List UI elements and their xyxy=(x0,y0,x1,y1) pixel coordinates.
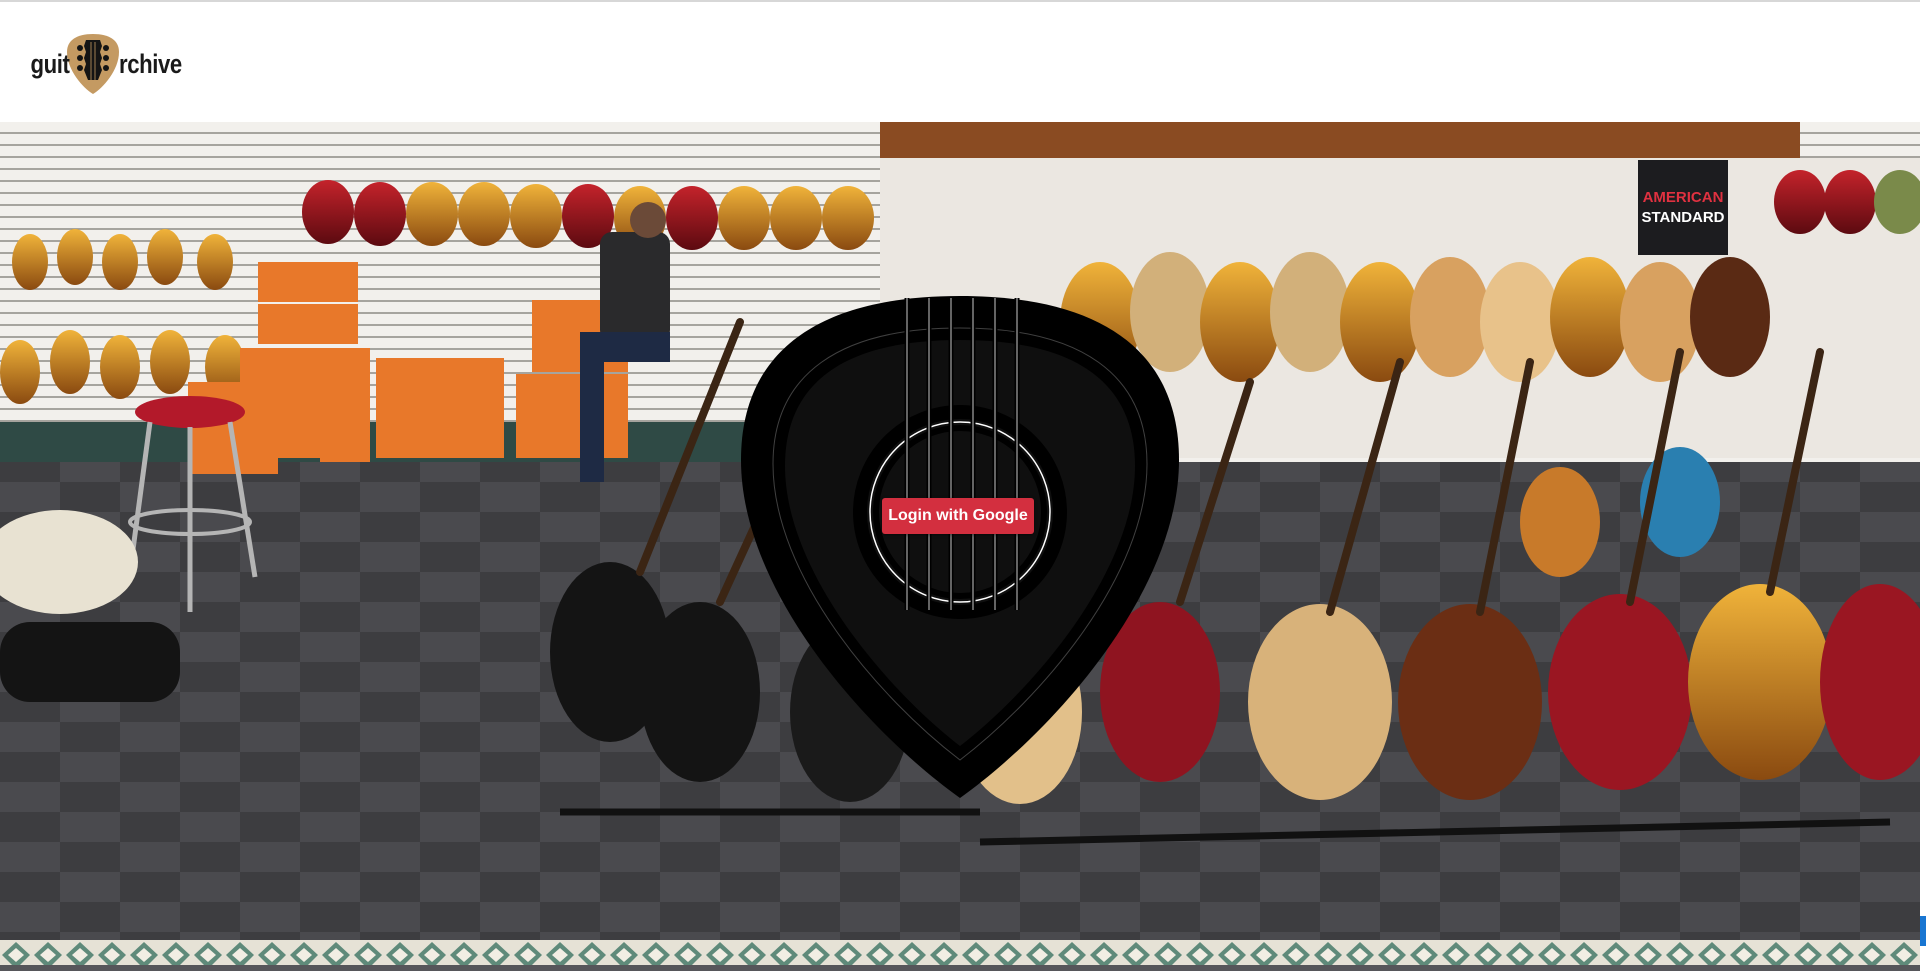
login-with-google-button[interactable]: Login with Google xyxy=(882,498,1034,534)
scrollbar-track[interactable] xyxy=(1920,0,1926,971)
scrollbar-thumb[interactable] xyxy=(1920,916,1926,946)
guitar-pick-headstock-icon xyxy=(67,34,120,94)
guitar-pick-soundhole-icon xyxy=(735,290,1185,805)
site-header: guit rchive xyxy=(0,2,1926,122)
site-logo[interactable]: guit rchive xyxy=(22,32,196,96)
floor-tile-border xyxy=(0,940,1920,971)
svg-text:STANDARD: STANDARD xyxy=(1641,209,1724,226)
logo-text-right: rchive xyxy=(119,48,183,79)
svg-text:AMERICAN: AMERICAN xyxy=(1643,189,1724,206)
logo-text-left: guit xyxy=(30,48,70,79)
